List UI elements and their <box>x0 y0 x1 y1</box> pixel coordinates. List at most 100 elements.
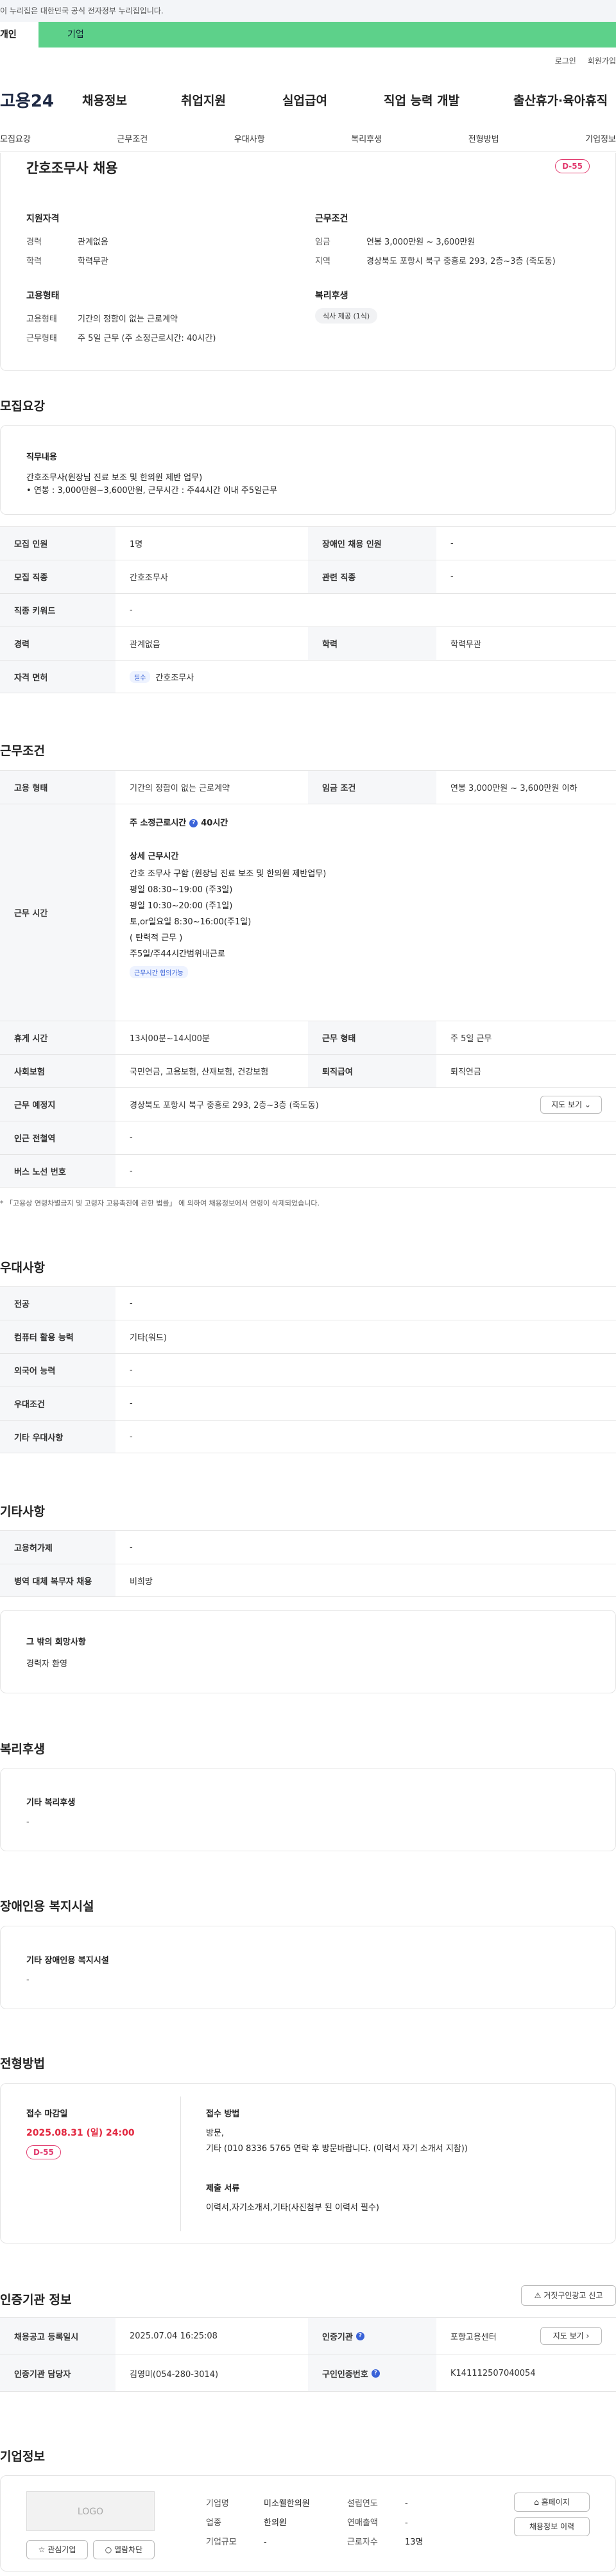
detail-hours-list: 간호 조무사 구함 (원장님 진료 보조 및 한의원 제반업무) 평일 08:3… <box>130 866 326 962</box>
job-desc-card: 직무내용 간호조무사(원장님 진료 보조 및 한의원 제반 업무) • 연봉 :… <box>0 425 616 515</box>
map-button[interactable]: 지도 보기 ⌄ <box>540 1096 602 1114</box>
detail-line: ( 탄력적 근무 ) <box>130 933 183 943</box>
etc-title: 기타사항 <box>0 1505 45 1519</box>
site-logo[interactable]: 고용24 <box>0 88 77 112</box>
table-row: 전공 - <box>0 1286 616 1320</box>
disability-value: - <box>26 1975 30 1985</box>
wage-key: 임금 <box>315 238 330 247</box>
work-hours-cell: 주 소정근로시간? 40시간 상세 근무시간 간호 조무사 구함 (원장님 진료 … <box>116 804 616 1021</box>
anchor-selection[interactable]: 전형방법 <box>468 128 499 151</box>
wish-value: 경력자 환영 <box>26 1659 67 1669</box>
table-value: 기타(워드) <box>130 1333 167 1343</box>
table-value: 기간의 정함이 없는 근로계약 <box>130 784 230 793</box>
table-row: 모집 인원 1명 장애인 채용 인원 - <box>0 526 616 560</box>
chevron-down-icon: ⌄ <box>584 1100 591 1109</box>
favorite-label: 관심기업 <box>47 2545 76 2554</box>
report-button-label: 거짓구인광고 신고 <box>543 2291 603 2300</box>
company-info: 기업명 미소웰한의원 설립연도 - 업종 한의원 연매출액 - 기업규모 - 근로자수 13명 <box>206 2493 488 2554</box>
table-key: 기업규모 <box>206 2537 237 2547</box>
education-value: 학력무관 <box>78 257 108 266</box>
employment-type-row: 고용형태 기간의 정함이 없는 근로계약 <box>26 312 178 324</box>
disability-heading: 기타 장애인용 복지시설 <box>26 1956 109 1966</box>
table-value: 경상북도 포항시 북구 중흥로 293, 2층~3층 (죽도동) 지도 보기 ⌄ <box>116 1088 616 1121</box>
table-value: - <box>130 1431 133 1442</box>
table-value: K141112507040054 <box>450 2368 536 2378</box>
nav-parental-leave[interactable]: 출산휴가·육아휴직 <box>513 91 608 108</box>
report-button[interactable]: ⚠ 거짓구인광고 신고 <box>521 2285 616 2306</box>
hours-negotiable-chip: 근무시간 협의가능 <box>130 966 193 978</box>
anchor-company[interactable]: 기업정보 <box>585 128 616 151</box>
detail-hours-heading: 상세 근무시간 <box>130 852 179 861</box>
table-key: 근무 시간 <box>0 804 116 1021</box>
anchor-welfare[interactable]: 복리후생 <box>351 128 382 151</box>
table-key: 고용허가제 <box>0 1531 116 1564</box>
table-row: 인근 전철역 - <box>0 1121 616 1154</box>
section-anchor-nav: 모집요강 근무조건 우대사항 복리후생 전형방법 기업정보 <box>0 128 616 151</box>
homepage-button[interactable]: ⌂ 홈페이지 <box>514 2493 590 2512</box>
table-key: 학력 <box>308 627 436 660</box>
detail-line: 토,or일요일 8:30~16:00(주1일) <box>130 917 252 927</box>
table-row: 기타 우대사항 - <box>0 1420 616 1453</box>
anchor-conditions[interactable]: 근무조건 <box>117 128 148 151</box>
employment-type-value: 기간의 정함이 없는 근로계약 <box>78 315 178 324</box>
block-view-button[interactable]: ○ 열람차단 <box>93 2540 155 2559</box>
selection-card: 접수 마감일 2025.08.31 (일) 24:00 D-55 접수 방법 방… <box>0 2083 616 2243</box>
nav-unemployment-benefit[interactable]: 실업급여 <box>282 91 327 108</box>
table-row: 직종 키워드 - <box>0 593 616 627</box>
nav-employment-support[interactable]: 취업지원 <box>181 91 226 108</box>
table-value: 관계없음 <box>130 640 160 650</box>
table-key: 버스 노선 번호 <box>0 1155 116 1187</box>
license-value: 필수 간호조무사 <box>116 661 616 693</box>
nav-jobs[interactable]: 채용정보 <box>82 91 127 108</box>
info-icon[interactable]: ? <box>189 819 198 827</box>
info-icon[interactable]: ? <box>371 2369 380 2378</box>
utility-menu: 로그인 회원가입 <box>555 55 616 66</box>
tab-company[interactable]: 기업 <box>38 22 616 48</box>
deadline-heading: 접수 마감일 <box>26 2109 68 2119</box>
career-value: 관계없음 <box>78 238 108 247</box>
table-value: 1명 <box>130 540 143 549</box>
table-key: 구인인증번호? <box>308 2355 436 2391</box>
info-icon[interactable]: ? <box>355 2332 364 2340</box>
career-row: 경력 관계없음 <box>26 235 108 247</box>
job-desc-heading: 직무내용 <box>26 453 57 462</box>
weekly-hours-value: 40시간 <box>201 818 228 828</box>
table-key: 근로자수 <box>347 2537 378 2547</box>
anchor-recruit[interactable]: 모집요강 <box>0 128 31 151</box>
homepage-label: 홈페이지 <box>541 2498 570 2507</box>
job-history-button[interactable]: 채용정보 이력 <box>514 2517 590 2536</box>
education-row: 학력 학력무관 <box>26 254 108 266</box>
company-card: LOGO ☆ 관심기업 ○ 열람차단 기업명 미소웰한의원 설립연도 - 업종 한의원 연… <box>0 2475 616 2572</box>
qualification-heading: 지원자격 <box>26 214 60 224</box>
work-type-key: 근무형태 <box>26 334 57 343</box>
table-value: - <box>130 1299 133 1308</box>
condition-heading: 근무조건 <box>315 214 348 224</box>
map-button-label: 지도 보기 <box>551 1100 583 1109</box>
table-value: - <box>264 2537 267 2547</box>
table-key: 자격 면허 <box>0 661 116 693</box>
wish-heading: 그 밖의 희망사항 <box>26 1638 86 1647</box>
detail-line: 주5일/주44시간범위내근로 <box>130 949 225 959</box>
table-value: - <box>130 1365 133 1375</box>
nav-vocational-training[interactable]: 직업 능력 개발 <box>384 91 459 108</box>
anchor-preference[interactable]: 우대사항 <box>234 128 265 151</box>
deadline-dday: D-55 <box>26 2145 61 2159</box>
table-key: 고용 형태 <box>0 771 116 804</box>
table-row: 모집 직종 간호조무사 관련 직종 - <box>0 560 616 593</box>
agency-map-button[interactable]: 지도 보기 › <box>540 2327 602 2345</box>
login-link[interactable]: 로그인 <box>555 55 576 66</box>
wage-value: 연봉 3,000만원 ~ 3,600만원 <box>366 238 475 247</box>
favorite-company-button[interactable]: ☆ 관심기업 <box>26 2540 88 2559</box>
table-value: 연봉 3,000만원 ~ 3,600만원 이하 <box>450 784 578 793</box>
signup-link[interactable]: 회원가입 <box>588 55 616 66</box>
tab-personal[interactable]: 개인 <box>0 22 38 48</box>
table-row: 휴게 시간 13시00분~14시00분 근무 형태 주 5일 근무 <box>0 1021 616 1054</box>
warning-icon: ⚠ <box>534 2291 542 2300</box>
employment-heading: 고용형태 <box>26 291 60 301</box>
table-value: - <box>450 572 454 582</box>
table-value: 학력무관 <box>450 640 481 650</box>
table-row: 채용공고 등록일시 2025.07.04 16:25:08 인증기관? 포항고용센터 지… <box>0 2317 616 2355</box>
home-icon: ⌂ <box>534 2498 539 2507</box>
detail-line: 간호 조무사 구함 (원장님 진료 보조 및 한의원 제반업무) <box>130 869 327 879</box>
docs-heading: 제출 서류 <box>206 2184 240 2193</box>
